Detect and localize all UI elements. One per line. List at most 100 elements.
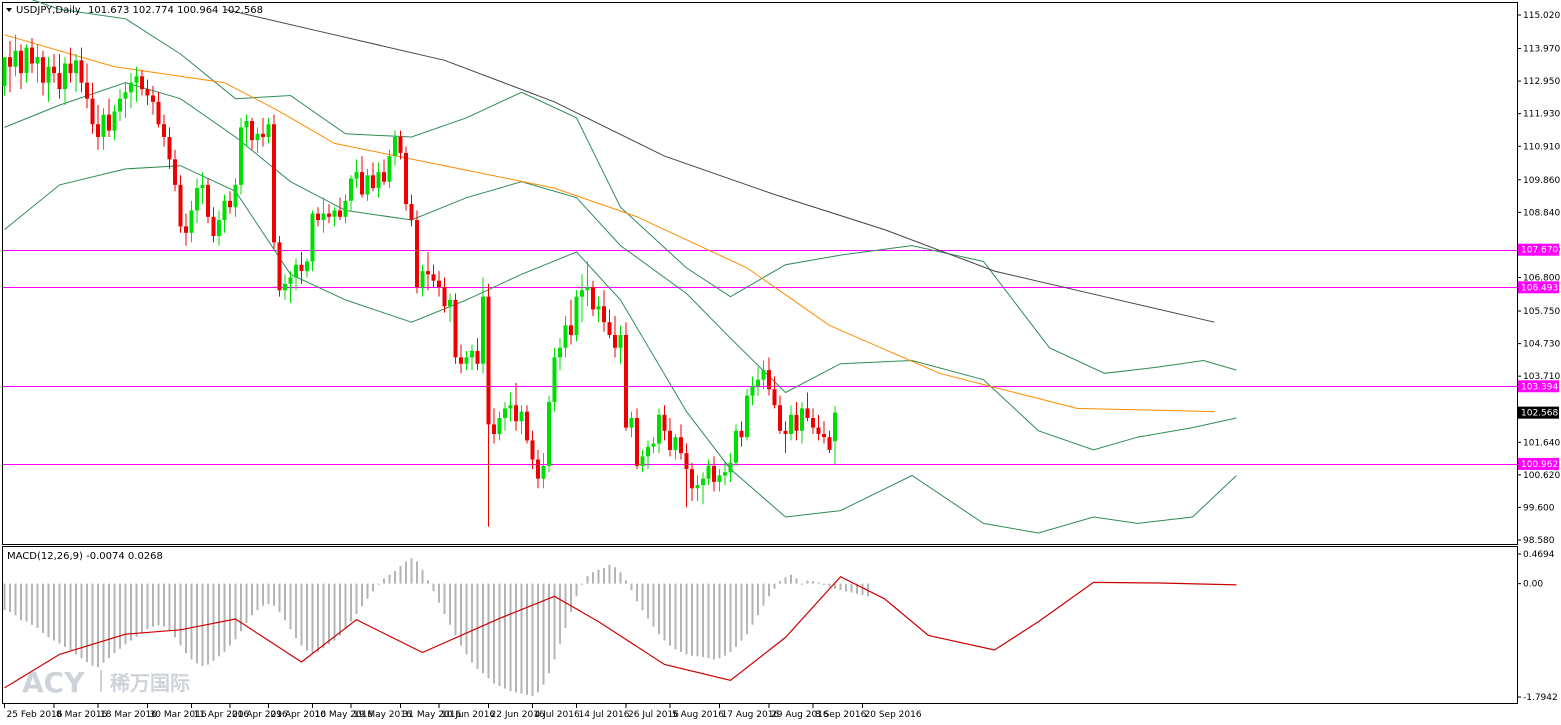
macd-histogram-bar	[685, 583, 688, 655]
candle-body	[63, 63, 67, 90]
candle	[574, 290, 579, 342]
macd-label: MACD(12,26,9) -0.0074 0.0268	[7, 551, 163, 562]
price-tick-label: 112.950	[1523, 77, 1560, 87]
candle-body	[448, 299, 452, 307]
macd-histogram-bar	[828, 583, 831, 587]
macd-histogram-bar	[839, 583, 842, 590]
candle-body	[343, 200, 348, 217]
macd-histogram-bar	[223, 583, 226, 652]
candle-body	[211, 216, 216, 236]
macd-histogram-bar	[520, 583, 523, 694]
candle-body	[85, 82, 89, 99]
macd-histogram-bar	[608, 564, 611, 584]
candle-body	[90, 98, 95, 125]
macd-histogram-bar	[14, 583, 17, 616]
macd-histogram-bar	[564, 583, 567, 628]
candle-body	[514, 405, 518, 422]
macd-histogram-bar	[410, 558, 413, 584]
macd-histogram-bar	[289, 583, 292, 630]
macd-histogram-bar	[179, 583, 182, 646]
macd-histogram-bar	[674, 583, 677, 650]
candle-body	[607, 322, 612, 335]
candle-body	[283, 283, 287, 291]
price-tick-label: 100.620	[1523, 471, 1560, 481]
candle-body	[101, 114, 106, 137]
candle-body	[239, 127, 243, 185]
macd-histogram-bar	[482, 583, 484, 674]
macd-histogram-bar	[278, 583, 281, 613]
candle-body	[288, 277, 293, 284]
candle-body	[123, 92, 128, 99]
macd-histogram-bar	[669, 583, 671, 646]
candle	[272, 114, 276, 249]
macd-histogram-bar	[388, 574, 391, 584]
candle-body	[46, 66, 51, 83]
candle-body	[387, 156, 392, 182]
macd-histogram-bar	[757, 583, 759, 616]
candle-body	[184, 226, 188, 233]
candle-body	[794, 414, 799, 431]
candle-body	[277, 242, 282, 291]
candle-body	[668, 430, 672, 450]
candle-body	[712, 465, 716, 482]
candle-body	[167, 136, 172, 160]
candle-body	[695, 485, 700, 489]
candle	[547, 395, 551, 473]
macd-histogram-bar	[790, 574, 792, 584]
candle-body	[591, 287, 595, 310]
candle-body	[294, 264, 298, 278]
macd-histogram-bar	[157, 583, 160, 626]
macd-histogram-bar	[454, 583, 457, 636]
macd-histogram-bar	[823, 583, 825, 585]
candle-body	[376, 172, 381, 189]
macd-histogram-bar	[751, 583, 754, 625]
macd-histogram-bar	[284, 583, 286, 621]
candle-body	[228, 200, 232, 208]
candle-body	[635, 418, 639, 466]
macd-histogram-bar	[850, 583, 853, 593]
candle-body	[662, 414, 667, 431]
macd-histogram-bar	[9, 583, 11, 613]
macd-histogram-bar	[262, 583, 264, 606]
candle-body	[107, 114, 111, 131]
candle-body	[217, 220, 221, 236]
price-pane	[2, 2, 1518, 545]
macd-histogram-bar	[339, 583, 341, 636]
macd-histogram-bar	[91, 583, 94, 666]
macd-histogram-bar	[245, 583, 248, 623]
macd-histogram-bar	[636, 583, 638, 602]
macd-histogram-bar	[471, 583, 473, 663]
macd-histogram-bar	[135, 583, 138, 637]
candle-body	[833, 412, 837, 442]
macd-histogram-bar	[234, 583, 237, 640]
price-tick-label: 115.020	[1523, 11, 1560, 21]
candle-body	[536, 459, 540, 479]
candle-body	[222, 200, 227, 221]
macd-histogram-bar	[619, 572, 622, 584]
candle-body	[503, 408, 507, 419]
candle	[239, 117, 243, 195]
candle-body	[112, 111, 117, 131]
date-tick-label: 10 Jun 2016	[441, 710, 495, 720]
candle	[404, 146, 408, 211]
candle-body	[382, 172, 386, 182]
candle-body	[118, 98, 122, 112]
candle-body	[206, 184, 210, 217]
macd-histogram-bar	[465, 583, 468, 655]
candle-body	[35, 57, 40, 64]
macd-histogram-bar	[53, 583, 55, 641]
candle-body	[255, 133, 260, 141]
macd-histogram-bar	[680, 583, 682, 652]
macd-histogram-bar	[735, 583, 737, 647]
macd-histogram-bar	[399, 565, 402, 584]
macd-histogram-bar	[201, 583, 204, 666]
macd-histogram-bar	[779, 581, 781, 584]
macd-histogram-bar	[652, 583, 655, 627]
level-price-tag-label: 107.670	[1521, 246, 1558, 256]
candle-body	[68, 63, 73, 74]
macd-histogram-bar	[647, 583, 649, 619]
candle-body	[574, 296, 579, 335]
macd-histogram-bar	[421, 569, 424, 584]
symbol-label: USDJPY,Daily	[16, 5, 81, 16]
candle-body	[525, 411, 529, 441]
